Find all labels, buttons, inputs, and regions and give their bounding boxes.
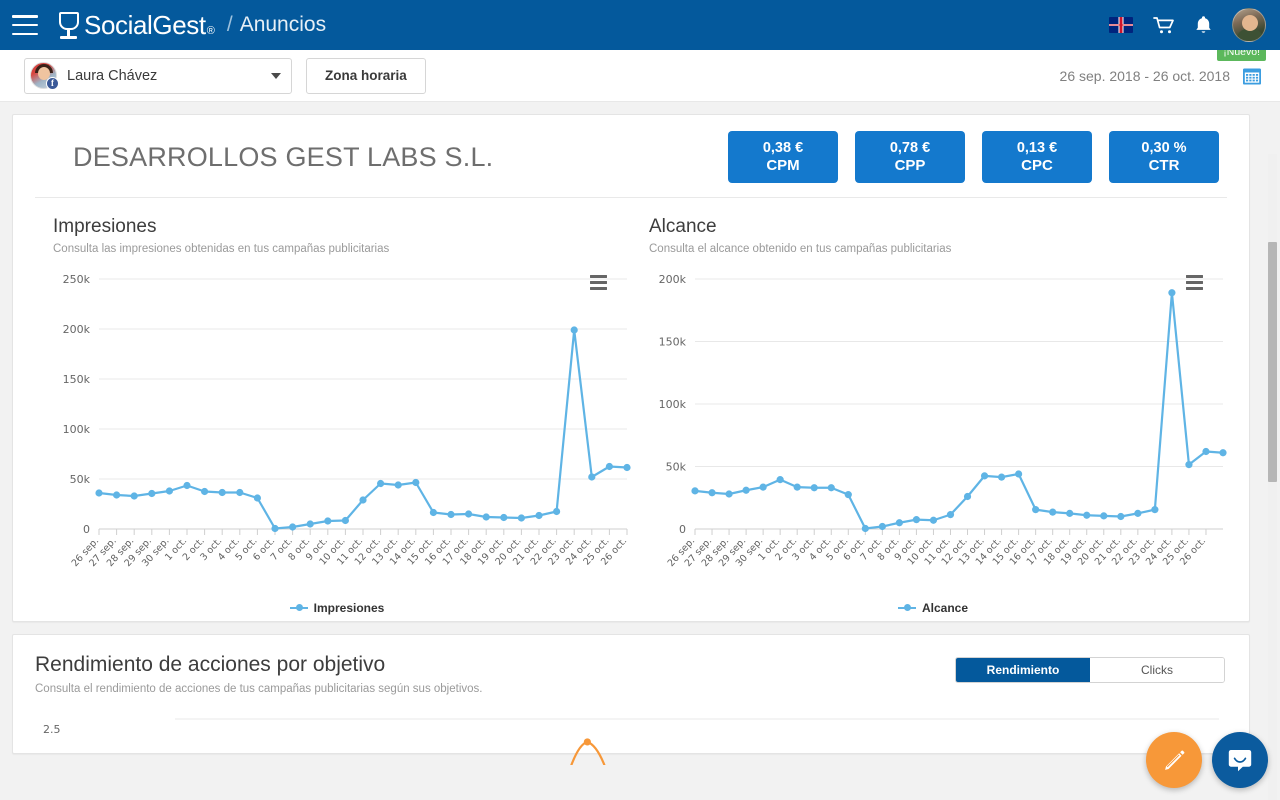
brand-name: SocialGest <box>84 9 206 40</box>
rendimiento-tab-group: Rendimiento Clicks <box>955 657 1225 683</box>
brand-registered-mark: ® <box>206 24 215 37</box>
rendimiento-card: Rendimiento de acciones por objetivo Con… <box>12 634 1250 767</box>
page-title: DESARROLLOS GEST LABS S.L. <box>73 141 494 172</box>
pencil-icon <box>1165 750 1185 770</box>
alcance-title: Alcance <box>649 216 717 237</box>
shopping-cart-icon[interactable] <box>1153 16 1175 35</box>
rendimiento-svg <box>175 718 1219 767</box>
svg-text:200k: 200k <box>659 273 687 286</box>
brand-logo[interactable]: SocialGest ® <box>56 10 215 41</box>
impresiones-subtitle: Consulta las impresiones obtenidas en tu… <box>53 243 390 255</box>
svg-text:150k: 150k <box>63 373 91 386</box>
impresiones-legend-label: Impresiones <box>313 601 385 615</box>
company-header: DESARROLLOS GEST LABS S.L. 0,38 € CPM 0,… <box>35 131 1227 193</box>
legend-marker-icon <box>289 604 308 611</box>
kpi-cpp[interactable]: 0,78 € CPP <box>855 131 965 183</box>
rendimiento-y-tick: 2.5 <box>43 723 61 736</box>
user-avatar[interactable] <box>1232 8 1266 42</box>
top-navbar: SocialGest ® / Anuncios <box>0 0 1280 50</box>
kpi-cpc-value: 0,13 € <box>1016 139 1058 156</box>
impresiones-title: Impresiones <box>53 216 157 237</box>
overview-card: DESARROLLOS GEST LABS S.L. 0,38 € CPM 0,… <box>12 114 1250 622</box>
page-content: DESARROLLOS GEST LABS S.L. 0,38 € CPM 0,… <box>0 102 1280 800</box>
navbar-actions <box>1109 8 1266 42</box>
alcance-svg: 050k100k150k200k26 sep.27 sep.28 sep.29 … <box>659 273 1227 569</box>
kpi-group: 0,38 € CPM 0,78 € CPP 0,13 € CPC 0,30 % … <box>728 131 1227 183</box>
charts-row: Impresiones Consulta las impresiones obt… <box>35 198 1227 615</box>
chat-fab-button[interactable] <box>1212 732 1268 788</box>
rendimiento-chart: 2.5 <box>35 709 1227 767</box>
calendar-icon[interactable]: ¡Nuevo! <box>1217 43 1266 86</box>
alcance-legend-label: Alcance <box>921 601 969 615</box>
svg-text:0: 0 <box>83 523 90 536</box>
kpi-cpm[interactable]: 0,38 € CPM <box>728 131 838 183</box>
impresiones-panel: Impresiones Consulta las impresiones obt… <box>35 198 631 615</box>
svg-text:50k: 50k <box>70 473 91 486</box>
tab-rendimiento[interactable]: Rendimiento <box>956 658 1090 682</box>
impresiones-svg: 050k100k150k200k250k26 sep.27 sep.28 sep… <box>63 273 631 569</box>
account-selector[interactable]: f Laura Chávez <box>24 57 292 94</box>
kpi-cpc-label: CPC <box>1021 156 1053 174</box>
svg-text:250k: 250k <box>63 273 91 286</box>
chart-context-menu-icon[interactable] <box>1186 275 1203 290</box>
account-avatar: f <box>30 62 59 90</box>
chevron-down-icon <box>271 72 281 79</box>
edit-fab-button[interactable] <box>1146 732 1202 788</box>
kpi-cpp-value: 0,78 € <box>889 139 931 156</box>
svg-text:100k: 100k <box>63 423 91 436</box>
kpi-ctr-value: 0,30 % <box>1141 139 1187 156</box>
notification-bell-icon[interactable] <box>1195 15 1212 35</box>
svg-text:100k: 100k <box>659 398 687 411</box>
scrollbar-thumb[interactable] <box>1268 242 1277 482</box>
alcance-legend[interactable]: Alcance <box>649 601 1217 615</box>
facebook-badge-icon: f <box>46 77 59 90</box>
alcance-panel: Alcance Consulta el alcance obtenido en … <box>631 198 1227 615</box>
breadcrumb-current-page: Anuncios <box>239 13 327 36</box>
intercom-chat-icon <box>1228 750 1252 772</box>
svg-text:0: 0 <box>679 523 686 536</box>
kpi-cpc[interactable]: 0,13 € CPC <box>982 131 1092 183</box>
kpi-cpm-value: 0,38 € <box>762 139 804 156</box>
date-range-control[interactable]: 26 sep. 2018 - 26 oct. 2018 ¡Nuevo! <box>1059 43 1266 86</box>
legend-marker-icon <box>897 604 916 611</box>
breadcrumb-separator: / <box>226 13 233 36</box>
kpi-ctr-label: CTR <box>1148 156 1180 174</box>
svg-text:150k: 150k <box>659 336 687 349</box>
alcance-chart: 0 50k 100k 150k 200k 26 sep. 27 sep. 28 sep. 29 … <box>649 265 1227 595</box>
timezone-button[interactable]: Zona horaria <box>306 57 426 94</box>
hamburger-icon[interactable] <box>12 15 38 35</box>
rendimiento-subtitle: Consulta el rendimiento de acciones de t… <box>35 683 483 695</box>
uk-flag-icon[interactable] <box>1109 17 1133 33</box>
impresiones-chart: 0 50k 100k 150k 200k 250k 26 sep. 27 sep. 28 sep… <box>53 265 631 595</box>
alcance-subtitle: Consulta el alcance obtenido en tus camp… <box>649 243 952 255</box>
socialgest-cup-icon <box>56 10 82 41</box>
svg-text:200k: 200k <box>63 323 91 336</box>
svg-text:50k: 50k <box>666 461 687 474</box>
chart-context-menu-icon[interactable] <box>590 275 607 290</box>
tab-clicks[interactable]: Clicks <box>1090 658 1224 682</box>
kpi-cpp-label: CPP <box>894 156 926 174</box>
sub-header-bar: f Laura Chávez Zona horaria 26 sep. 2018… <box>0 43 1280 102</box>
date-range-label: 26 sep. 2018 - 26 oct. 2018 <box>1059 67 1230 84</box>
account-name-label: Laura Chávez <box>67 67 158 84</box>
kpi-cpm-label: CPM <box>766 156 800 174</box>
kpi-ctr[interactable]: 0,30 % CTR <box>1109 131 1219 183</box>
impresiones-legend[interactable]: Impresiones <box>53 601 621 615</box>
